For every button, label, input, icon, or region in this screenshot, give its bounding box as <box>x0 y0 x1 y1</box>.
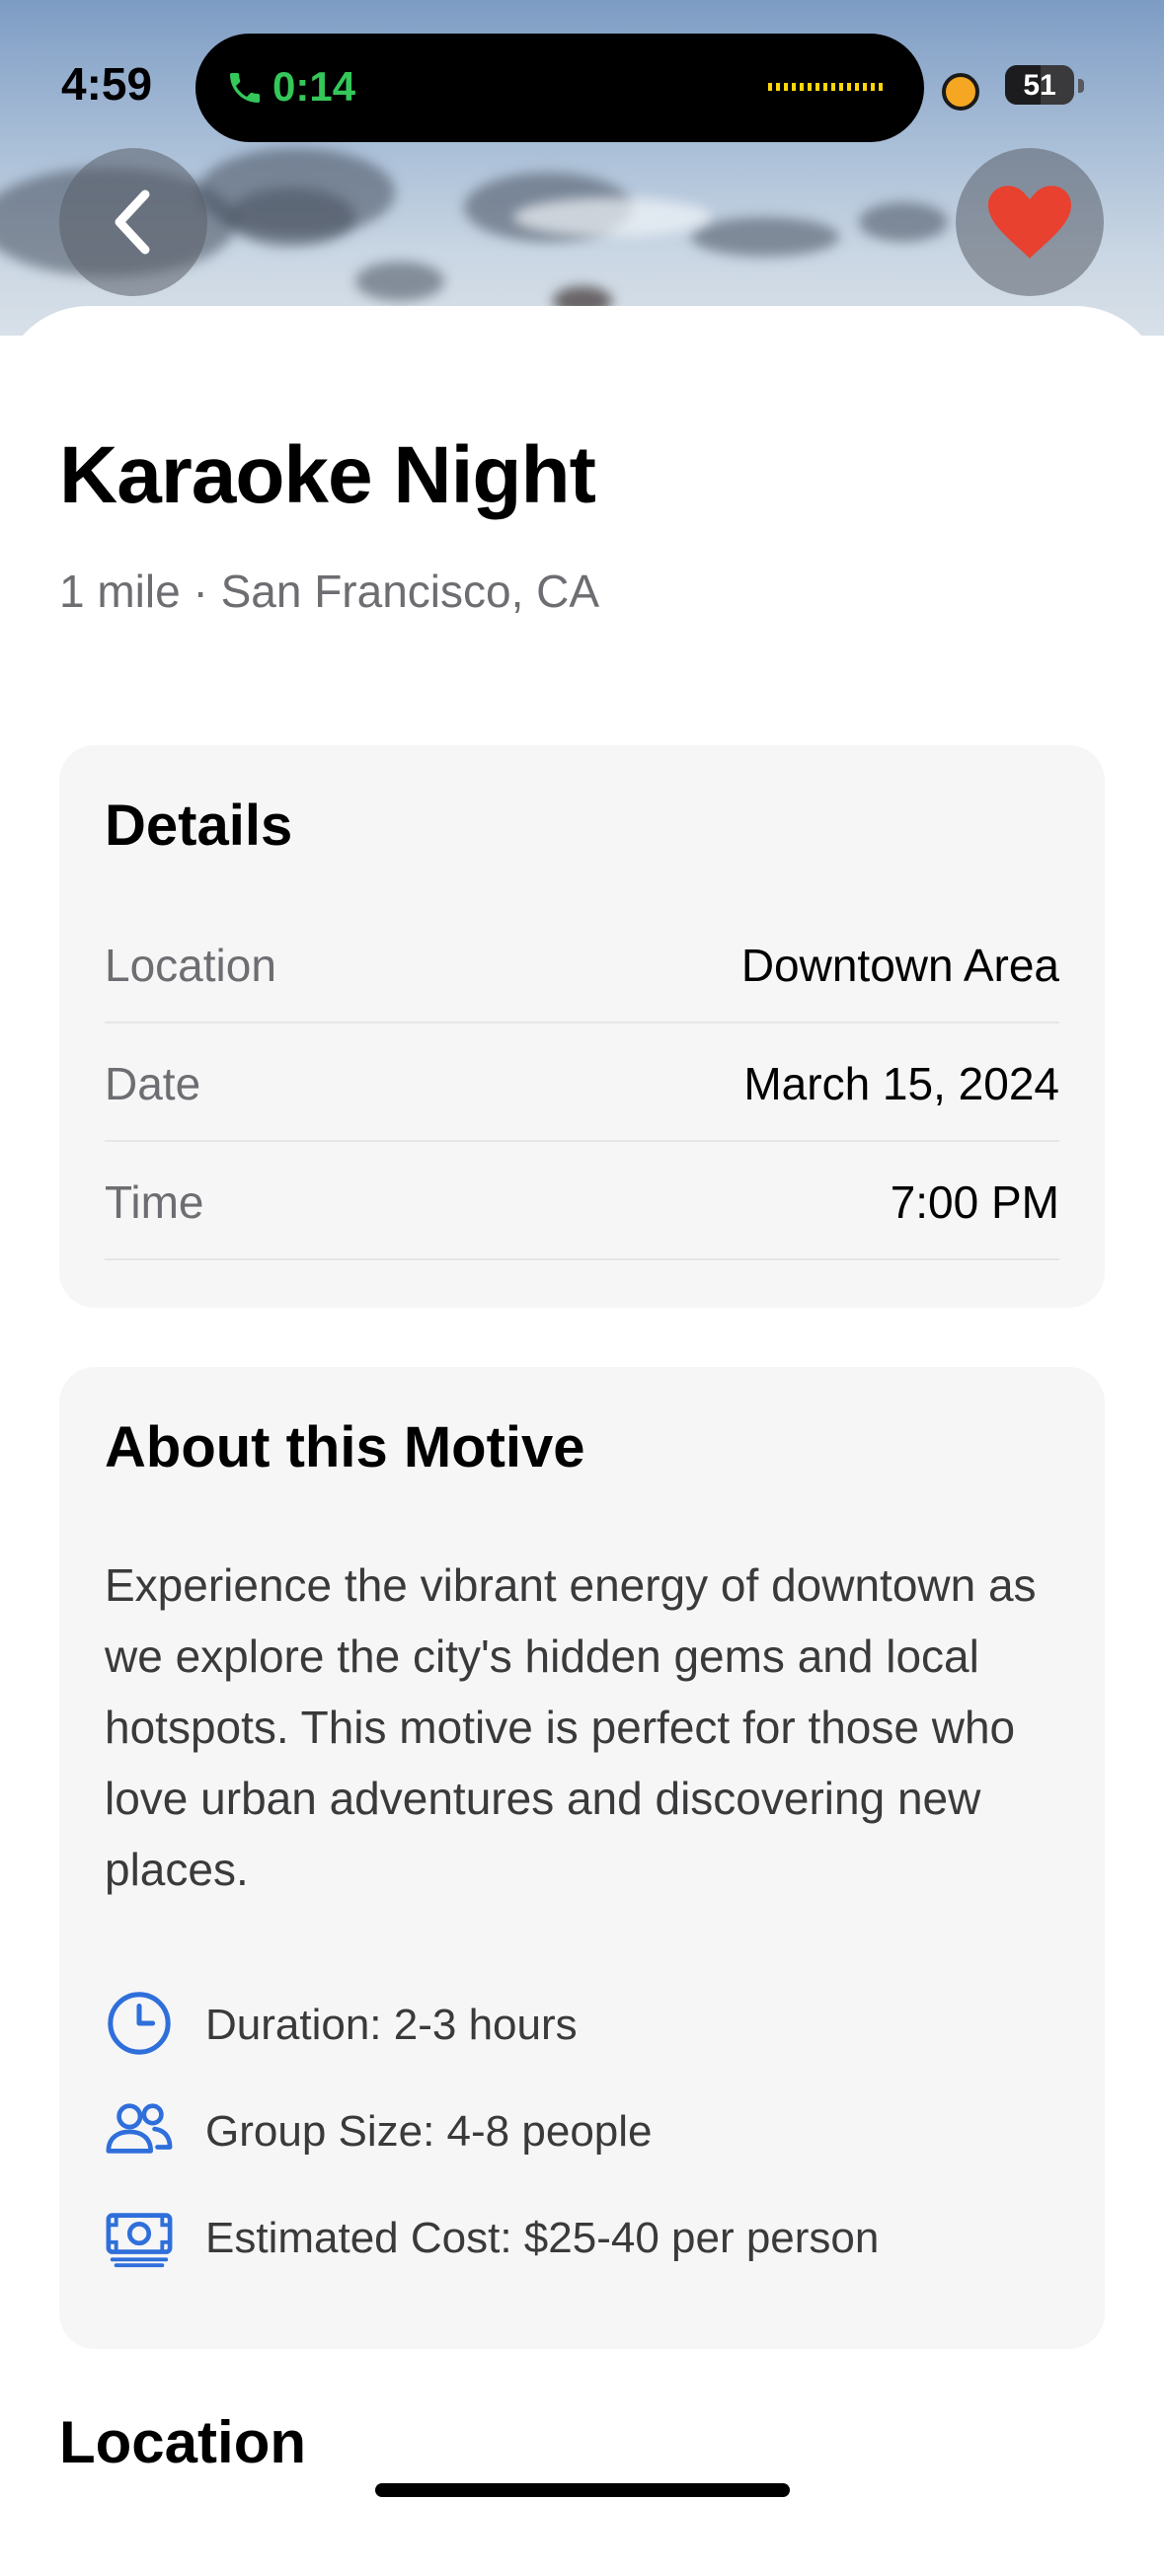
detail-row-date: Date March 15, 2024 <box>105 1022 1059 1142</box>
meta-cost: Estimated Cost: $25-40 per person <box>105 2202 1052 2281</box>
detail-value: Downtown Area <box>740 940 1059 991</box>
detail-row-time: Time 7:00 PM <box>105 1140 1059 1260</box>
meta-group-size: Group Size: 4-8 people <box>105 2095 1052 2174</box>
detail-value: March 15, 2024 <box>743 1058 1059 1109</box>
favorite-button[interactable] <box>956 148 1104 296</box>
chevron-left-icon <box>115 189 150 255</box>
detail-label: Time <box>105 1176 204 1228</box>
details-heading: Details <box>105 794 293 858</box>
detail-label: Date <box>105 1058 201 1109</box>
back-button[interactable] <box>59 148 207 296</box>
battery-percentage: 51 <box>1023 69 1056 102</box>
about-description: Experience the vibrant energy of downtow… <box>105 1559 1037 1895</box>
status-time: 4:59 <box>61 58 153 110</box>
location-heading: Location <box>59 2409 306 2475</box>
about-card: About this Motive Experience the vibrant… <box>59 1367 1105 2349</box>
call-timer: 0:14 <box>272 63 356 110</box>
detail-row-location: Location Downtown Area <box>105 903 1059 1023</box>
privacy-indicator-icon <box>942 73 979 111</box>
battery-icon: 51 <box>1005 65 1074 105</box>
event-title: Karaoke Night <box>59 430 596 520</box>
clock-icon <box>108 1992 171 2055</box>
meta-text: Duration: 2-3 hours <box>205 2001 578 2049</box>
meta-text: Estimated Cost: $25-40 per person <box>205 2214 880 2262</box>
detail-label: Location <box>105 940 276 991</box>
meta-duration: Duration: 2-3 hours <box>105 1989 1052 2068</box>
about-heading: About this Motive <box>105 1415 585 1479</box>
event-subtitle: 1 mile · San Francisco, CA <box>59 566 600 617</box>
details-card: Details Location Downtown Area Date Marc… <box>59 745 1105 1308</box>
dynamic-island[interactable]: 0:14 <box>195 34 924 142</box>
battery-tip <box>1078 79 1084 93</box>
meta-text: Group Size: 4-8 people <box>205 2107 653 2156</box>
phone-icon <box>230 73 260 103</box>
people-icon <box>106 2103 173 2154</box>
audio-waveform-icon <box>768 83 887 91</box>
home-indicator[interactable] <box>375 2483 790 2497</box>
detail-value: 7:00 PM <box>890 1176 1059 1228</box>
money-icon <box>106 2213 173 2268</box>
heart-icon <box>988 186 1071 259</box>
